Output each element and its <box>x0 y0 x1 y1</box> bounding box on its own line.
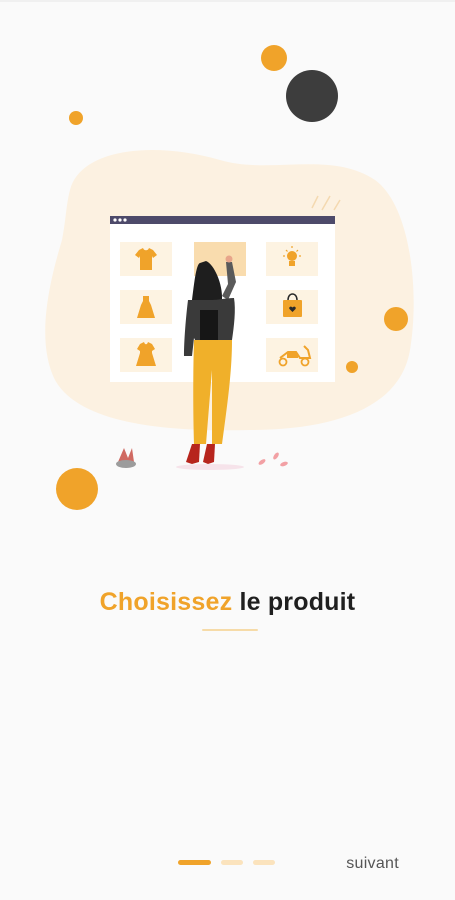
plant-decoration <box>116 448 136 468</box>
title-accent-text: Choisissez <box>99 588 233 616</box>
next-button[interactable]: suivant <box>346 853 399 875</box>
page-indicator-dot-3[interactable] <box>253 860 275 865</box>
orange-dot-right <box>384 307 408 331</box>
page-indicator-dot-1[interactable] <box>178 860 211 865</box>
title-rest-text: le produit <box>239 588 356 616</box>
title-underline <box>202 629 258 631</box>
leaf-decoration <box>258 452 288 467</box>
orange-dot-small-left <box>69 111 83 125</box>
orange-dot-large-bottom <box>56 468 98 510</box>
orange-dot-small-right <box>346 361 358 373</box>
page-indicator-dot-2[interactable] <box>221 860 243 865</box>
dark-circle <box>286 70 338 122</box>
onboarding-title: Choisissez le produit <box>0 588 455 617</box>
onboarding-screen: Choisissez le produit suivant <box>0 0 455 900</box>
shopping-illustration <box>45 45 414 510</box>
page-indicator <box>178 860 275 866</box>
orange-dot-large-top <box>261 45 287 71</box>
